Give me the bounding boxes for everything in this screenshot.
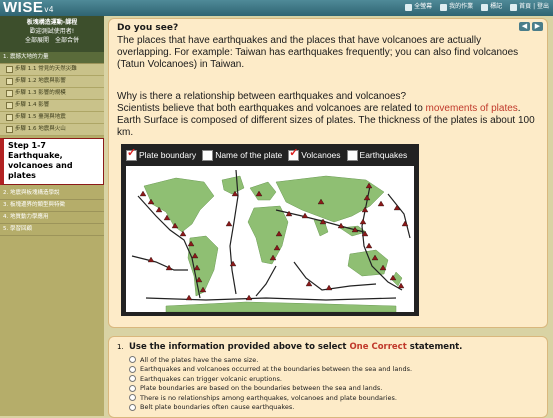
prev-step-button[interactable]: ◀ xyxy=(519,22,530,31)
sidebar-step[interactable]: 步驟 1.1 常見的天然災難 xyxy=(0,64,104,76)
flag-link[interactable]: 標記 xyxy=(481,2,502,12)
sidebar: 板塊構造運動-課程 歡迎測試使用者! 全部展開 全部合併 1. 震撼大地的力量 … xyxy=(0,16,104,416)
radio-icon[interactable] xyxy=(129,356,136,364)
sidebar-chapter-1[interactable]: 1. 震撼大地的力量 xyxy=(0,52,104,64)
fullscreen-link[interactable]: 全螢幕 xyxy=(405,2,432,12)
answer-option[interactable]: Belt plate boundaries often cause earthq… xyxy=(129,403,412,413)
step-nav: ◀ ▶ xyxy=(519,22,543,31)
radio-icon[interactable] xyxy=(129,403,136,411)
assignment-icon xyxy=(440,3,448,11)
sidebar-chapter-3[interactable]: 3. 板塊邊界的類型與特徵 xyxy=(0,200,104,212)
fullscreen-icon xyxy=(405,3,413,11)
checkbox-icon xyxy=(6,66,13,73)
answer-option[interactable]: There is no relationships among earthqua… xyxy=(129,393,412,403)
wise-logo: WISEv4 xyxy=(3,0,54,16)
main-content: ◀ ▶ Do you see? The places that have ear… xyxy=(108,18,548,418)
top-links: 全螢幕 我的作業 標記 首頁 | 登出 xyxy=(405,2,549,12)
checkbox-icon[interactable] xyxy=(346,149,358,161)
question-panel: 1. Use the information provided above to… xyxy=(108,336,548,418)
map-legend: Plate boundary Name of the plate Volcano… xyxy=(121,144,419,166)
world-map xyxy=(126,166,414,312)
sidebar-chapter-5[interactable]: 5. 學習回顧 xyxy=(0,224,104,236)
sidebar-step[interactable]: 步驟 1.5 臺灣與地震 xyxy=(0,112,104,124)
radio-icon[interactable] xyxy=(129,384,136,392)
home-icon xyxy=(510,3,518,11)
intro-paragraph: The places that have earthquakes and the… xyxy=(117,35,519,70)
checkbox-checked-icon[interactable] xyxy=(126,146,137,161)
sidebar-chapter-2[interactable]: 2. 地震與板塊構造學說 xyxy=(0,188,104,200)
sidebar-step[interactable]: 步驟 1.6 地震與火山 xyxy=(0,124,104,136)
checkbox-icon xyxy=(6,102,13,109)
expand-all-button[interactable]: 全部展開 xyxy=(25,36,49,45)
flag-icon xyxy=(481,3,489,11)
radio-icon[interactable] xyxy=(129,394,136,402)
question-number: 1. xyxy=(117,343,124,351)
answer-options: All of the plates have the same size. Ea… xyxy=(129,355,412,412)
legend-earthquakes[interactable]: Earthquakes xyxy=(346,149,407,161)
sidebar-chapter-4[interactable]: 4. 地質動力學應用 xyxy=(0,212,104,224)
explanation-paragraph: Why is there a relationship between eart… xyxy=(117,91,535,138)
checkbox-icon xyxy=(6,126,13,133)
radio-icon[interactable] xyxy=(129,375,136,383)
checkbox-icon xyxy=(6,78,13,85)
checkbox-icon[interactable] xyxy=(202,149,214,161)
sidebar-header: 板塊構造運動-課程 歡迎測試使用者! 全部展開 全部合併 xyxy=(0,16,104,52)
world-map-image xyxy=(126,166,414,312)
radio-icon[interactable] xyxy=(129,365,136,373)
collapse-all-button[interactable]: 全部合併 xyxy=(55,36,79,45)
welcome-text: 歡迎測試使用者! xyxy=(29,28,75,35)
content-heading: Do you see? xyxy=(117,23,179,33)
answer-option[interactable]: Earthquakes and volcanoes occurred at th… xyxy=(129,365,412,375)
legend-plate-boundary[interactable]: Plate boundary xyxy=(126,146,196,161)
checkbox-checked-icon[interactable] xyxy=(288,146,300,161)
sidebar-step[interactable]: 步驟 1.3 影響的規模 xyxy=(0,88,104,100)
top-bar: WISEv4 全螢幕 我的作業 標記 首頁 | 登出 xyxy=(0,0,553,16)
sidebar-step-active[interactable]: Step 1-7 Earthquake, volcanoes and plate… xyxy=(0,138,104,185)
home-logout-link[interactable]: 首頁 | 登出 xyxy=(510,2,549,12)
sidebar-step[interactable]: 步驟 1.2 地震與影響 xyxy=(0,76,104,88)
checkbox-icon xyxy=(6,90,13,97)
answer-option[interactable]: All of the plates have the same size. xyxy=(129,355,412,365)
next-step-button[interactable]: ▶ xyxy=(532,22,543,31)
movements-of-plates-link[interactable]: movements of plates xyxy=(426,103,518,114)
checkbox-icon xyxy=(6,114,13,121)
my-assignment-link[interactable]: 我的作業 xyxy=(440,2,473,12)
sidebar-step[interactable]: 步驟 1.4 影響 xyxy=(0,100,104,112)
answer-option[interactable]: Earthquakes can trigger volcanic eruptio… xyxy=(129,374,412,384)
legend-volcanoes[interactable]: Volcanoes xyxy=(288,146,341,161)
legend-plate-name[interactable]: Name of the plate xyxy=(202,149,282,161)
question-stem: Use the information provided above to se… xyxy=(129,342,463,352)
content-panel: ◀ ▶ Do you see? The places that have ear… xyxy=(108,18,548,328)
course-title: 板塊構造運動-課程 xyxy=(26,19,78,26)
map-panel: Plate boundary Name of the plate Volcano… xyxy=(121,144,419,316)
answer-option[interactable]: Plate boundaries are based on the bounda… xyxy=(129,384,412,394)
